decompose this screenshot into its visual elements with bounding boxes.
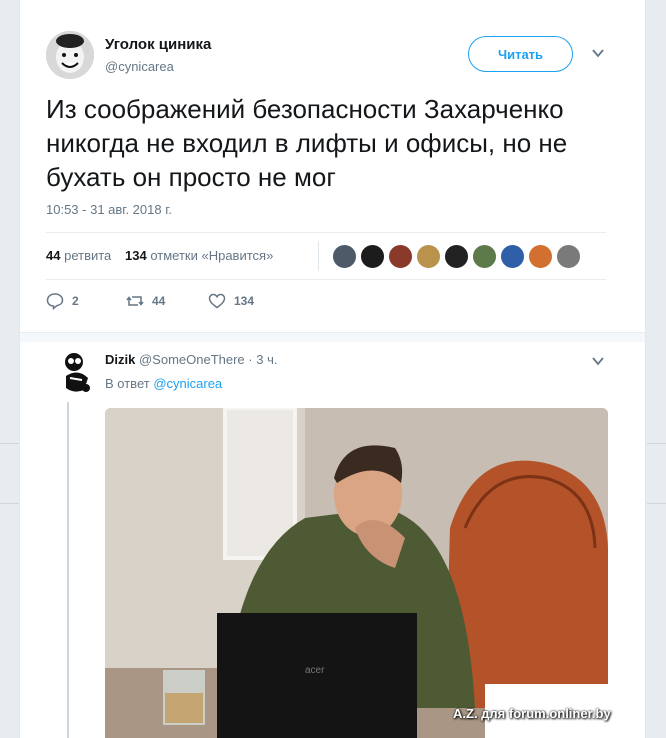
liker-avatar[interactable] [388, 244, 413, 269]
like-count: 134 [234, 294, 255, 308]
retweets-stat[interactable]: 44 ретвита [46, 248, 111, 263]
in-reply-to: В ответ @cynicarea [105, 376, 222, 391]
retweet-action[interactable]: 44 [126, 292, 165, 310]
reply-author-name[interactable]: Dizik [105, 352, 135, 367]
liker-avatars [332, 244, 581, 269]
section-divider [20, 332, 645, 342]
likes-count: 134 [125, 248, 147, 263]
follow-button[interactable]: Читать [468, 36, 573, 72]
author-handle[interactable]: @cynicarea [105, 59, 174, 74]
heart-icon [208, 293, 226, 309]
reply-photo[interactable]: acer [105, 408, 608, 738]
in-reply-to-label: В ответ [105, 376, 150, 391]
likes-stat[interactable]: 134 отметки «Нравится» [125, 248, 273, 263]
retweet-icon [126, 296, 144, 306]
author-avatar[interactable] [46, 31, 94, 79]
reply-header: Dizik @SomeOneThere · 3 ч. [105, 352, 277, 367]
reply-avatar[interactable] [60, 350, 96, 396]
reply-author-handle[interactable]: @SomeOneThere [139, 352, 245, 367]
liker-avatar[interactable] [528, 244, 553, 269]
laptop-brand: acer [305, 665, 325, 676]
tweet-timestamp[interactable]: 10:53 - 31 авг. 2018 г. [46, 202, 172, 217]
likes-label: отметки «Нравится» [150, 248, 274, 263]
tweet-card: Уголок циника @cynicarea Читать Из сообр… [19, 0, 646, 738]
watermark: A.Z. для forum.onliner.by [453, 706, 611, 721]
reply-action[interactable]: 2 [46, 292, 79, 310]
tweet-text: Из соображений безопасности Захарченко н… [46, 94, 568, 192]
liker-avatar[interactable] [500, 244, 525, 269]
reply-time[interactable]: · 3 ч. [248, 352, 277, 367]
in-reply-to-mention[interactable]: @cynicarea [153, 376, 222, 391]
retweets-label: ретвита [64, 248, 112, 263]
like-action[interactable]: 134 [208, 292, 254, 310]
liker-avatar[interactable] [556, 244, 581, 269]
thread-line [67, 402, 69, 738]
retweets-count: 44 [46, 248, 61, 263]
tweet-stats: 44 ретвита 134 отметки «Нравится» [46, 232, 606, 280]
liker-avatar[interactable] [416, 244, 441, 269]
liker-avatar[interactable] [472, 244, 497, 269]
liker-avatar[interactable] [360, 244, 385, 269]
author-name[interactable]: Уголок циника [105, 36, 211, 53]
reply-icon [46, 293, 64, 310]
stats-divider [318, 241, 319, 271]
chevron-down-icon[interactable] [591, 354, 605, 368]
liker-avatar[interactable] [444, 244, 469, 269]
retweet-count: 44 [152, 294, 166, 308]
liker-avatar[interactable] [332, 244, 357, 269]
chevron-down-icon[interactable] [591, 46, 605, 60]
reply-count: 2 [72, 294, 79, 308]
